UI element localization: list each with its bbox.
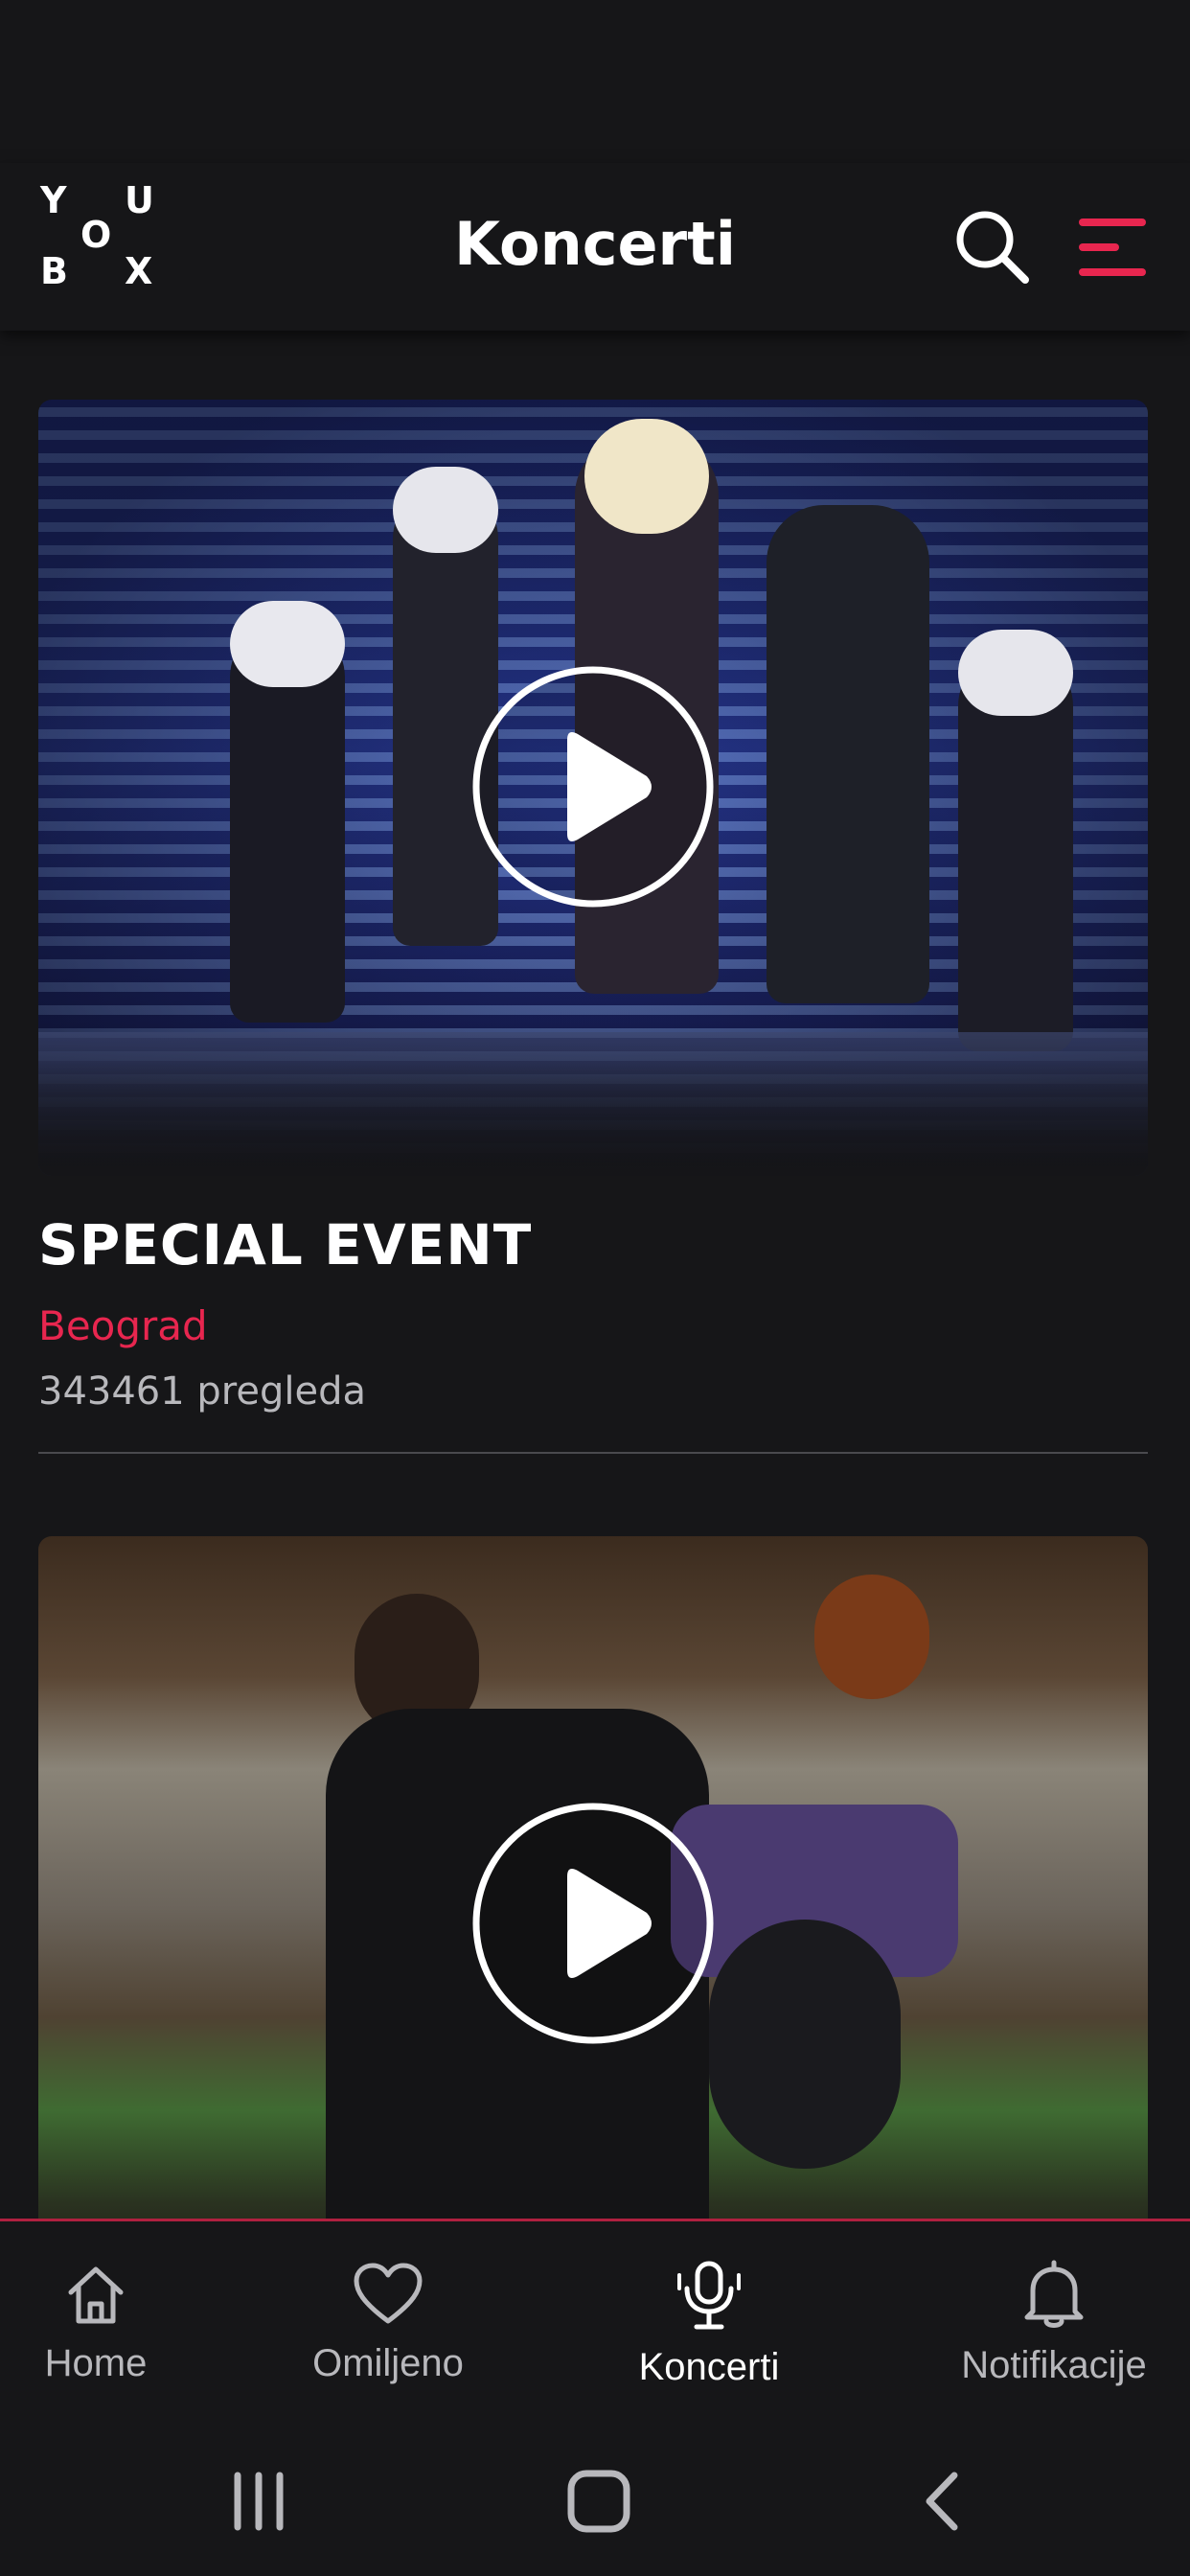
nav-label-omiljeno: Omiljeno [312, 2342, 464, 2384]
nav-item-home[interactable]: Home [19, 2221, 172, 2432]
concert-title: SPECIAL EVENT [38, 1212, 533, 1277]
menu-button[interactable] [1073, 209, 1150, 286]
heart-icon [354, 2263, 423, 2324]
home-button-icon[interactable] [565, 2468, 632, 2535]
divider [38, 1452, 1148, 1454]
play-icon[interactable] [471, 665, 715, 908]
nav-label-home: Home [44, 2342, 148, 2384]
microphone-icon [677, 2261, 741, 2330]
search-icon [956, 211, 1029, 284]
search-button[interactable] [949, 203, 1035, 289]
back-icon[interactable] [918, 2468, 966, 2535]
concert-list: SPECIAL EVENT Beograd 343461 pregleda [0, 331, 1190, 2219]
play-icon[interactable] [471, 1802, 715, 2045]
concert-location: Beograd [38, 1302, 208, 1349]
system-navigation-bar [0, 2429, 1190, 2576]
bottom-navigation: Home Omiljeno Koncerti Notifikacije [0, 2219, 1190, 2432]
recent-apps-icon[interactable] [230, 2468, 287, 2535]
nav-label-koncerti: Koncerti [638, 2346, 780, 2388]
concert-thumbnail[interactable] [38, 400, 1148, 1176]
home-icon [68, 2266, 124, 2324]
status-bar [0, 0, 1190, 163]
concert-thumbnail[interactable] [38, 1536, 1148, 2219]
concert-card[interactable] [38, 1536, 1148, 2219]
nav-item-omiljeno[interactable]: Omiljeno [297, 2221, 479, 2432]
bell-icon [1024, 2260, 1084, 2328]
concert-views: 343461 pregleda [38, 1369, 366, 1414]
nav-item-notifikacije[interactable]: Notifikacije [939, 2221, 1169, 2432]
app-header: Y O U B X Koncerti [0, 163, 1190, 331]
nav-item-koncerti[interactable]: Koncerti [613, 2221, 805, 2432]
nav-label-notifikacije: Notifikacije [961, 2344, 1147, 2386]
concert-card[interactable]: SPECIAL EVENT Beograd 343461 pregleda [38, 400, 1148, 1454]
menu-icon [1079, 218, 1146, 276]
